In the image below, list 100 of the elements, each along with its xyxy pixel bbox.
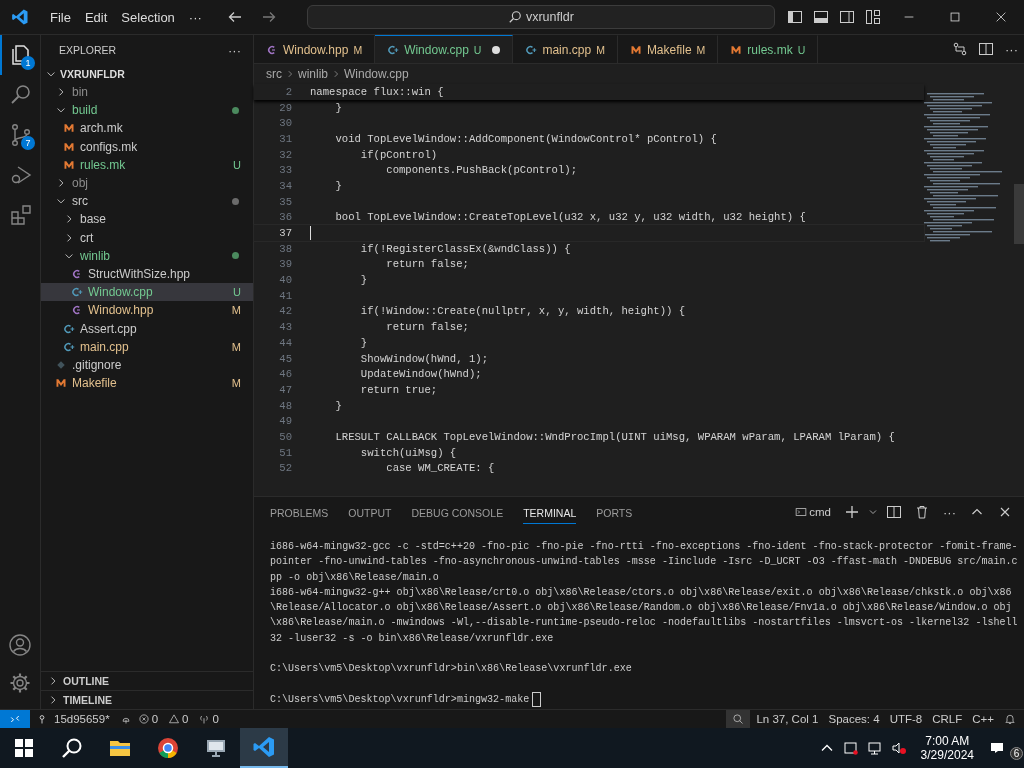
tree-item[interactable]: configs.mk — [41, 137, 253, 156]
git-status-letter: U — [797, 43, 806, 56]
code-line: return false; — [385, 258, 469, 271]
panel-tab[interactable]: PROBLEMS — [270, 500, 329, 524]
notification-center-icon[interactable] — [988, 740, 1005, 756]
tree-item[interactable]: Window.cpp U — [41, 283, 253, 302]
tree-item[interactable]: winlib — [41, 246, 253, 265]
tree-item[interactable]: bin — [41, 83, 253, 102]
panel-tab[interactable]: TERMINAL — [523, 500, 577, 524]
account-icon[interactable] — [8, 633, 32, 657]
chevron-right-icon — [285, 69, 295, 79]
compare-changes-icon[interactable] — [952, 41, 968, 57]
clock-time[interactable]: 7:00 AM — [925, 734, 970, 748]
cpp-file-icon — [63, 340, 75, 353]
close-icon[interactable] — [994, 10, 1008, 24]
editor-tab[interactable]: main.cpp M — [513, 35, 618, 63]
menu-item[interactable]: File — [43, 9, 78, 25]
clock-date[interactable]: 3/29/2024 — [920, 748, 974, 762]
tree-item[interactable]: rules.mk U — [41, 155, 253, 174]
bell-icon[interactable] — [1004, 713, 1016, 725]
warning-icon[interactable] — [168, 713, 181, 725]
error-count[interactable]: 0 — [151, 713, 159, 725]
editor-tab[interactable]: rules.mk U — [718, 35, 819, 63]
toggle-panel-icon[interactable] — [813, 9, 829, 25]
new-terminal-icon[interactable] — [844, 504, 860, 520]
git-commit-icon[interactable] — [36, 713, 48, 725]
back-arrow-icon[interactable] — [226, 9, 243, 25]
line-number: 37 — [278, 227, 292, 240]
menu-item[interactable]: ··· — [181, 9, 209, 25]
terminal-output: C:\Users\vm5\Desktop\vxrunfldr>mingw32-make — [270, 694, 530, 706]
more-actions-button[interactable]: ··· — [943, 504, 956, 520]
tree-item[interactable]: build — [41, 101, 253, 120]
line-number: 40 — [278, 274, 292, 287]
speaker-muted-icon[interactable] — [890, 740, 907, 756]
app-logo-icon — [11, 8, 29, 26]
more-actions-button[interactable]: ··· — [1005, 41, 1018, 57]
file-name: Window.cpp — [88, 285, 153, 300]
menu-item[interactable]: Edit — [77, 9, 115, 25]
panel-tab[interactable]: PORTS — [596, 500, 633, 524]
activity-bar-item[interactable]: 7 — [0, 115, 40, 155]
command-search-field[interactable]: vxrunfldr — [306, 5, 775, 29]
menu-item[interactable]: Selection — [114, 9, 182, 25]
panel-tab[interactable]: OUTPUT — [348, 500, 392, 524]
chevron-right-icon — [331, 69, 341, 79]
source-control-icon — [9, 123, 33, 147]
trash-icon[interactable] — [914, 504, 930, 520]
tree-item[interactable]: obj — [41, 173, 253, 193]
section-header[interactable]: TIMELINE — [63, 694, 112, 706]
code-editor-icon — [252, 735, 276, 759]
line-number: 39 — [278, 258, 292, 271]
split-terminal-icon[interactable] — [886, 504, 902, 520]
forward-arrow-icon[interactable] — [260, 9, 277, 25]
tab-label: rules.mk — [747, 42, 793, 57]
error-icon[interactable] — [137, 713, 150, 725]
header-file-icon — [266, 43, 278, 56]
status-item[interactable]: UTF-8 — [889, 713, 923, 725]
tree-item[interactable]: src — [41, 192, 253, 211]
code-line: return false; — [385, 321, 469, 334]
makefile-icon — [63, 122, 75, 135]
editor-tab[interactable]: Makefile M — [617, 35, 719, 63]
tree-item[interactable]: StructWithSize.hpp — [41, 264, 253, 284]
terminal-selector[interactable]: cmd — [809, 506, 831, 518]
zoom-button[interactable] — [726, 710, 751, 728]
status-item[interactable]: Ln 37, Col 1 — [756, 713, 819, 725]
scrollbar-thumb[interactable] — [1014, 184, 1024, 244]
tree-item[interactable]: .gitignore — [41, 355, 253, 374]
more-actions-button[interactable]: ··· — [228, 42, 241, 58]
tree-item[interactable]: Makefile M — [41, 374, 253, 393]
folder-header[interactable]: VXRUNFLDR — [60, 68, 125, 80]
line-number: 46 — [278, 368, 292, 381]
toggle-secondary-sidebar-icon[interactable] — [839, 9, 855, 25]
git-status-letter: M — [596, 43, 605, 56]
tree-item[interactable]: Assert.cpp — [41, 319, 253, 338]
cpp-file-icon — [71, 286, 83, 299]
warning-count[interactable]: 0 — [182, 713, 189, 725]
status-item[interactable]: CRLF — [932, 713, 963, 725]
breadcrumb-item[interactable]: Window.cpp — [344, 67, 409, 81]
split-editor-icon[interactable] — [978, 41, 994, 57]
section-header[interactable]: OUTLINE — [63, 675, 110, 687]
status-item[interactable]: Spaces: 4 — [828, 713, 880, 725]
cpp-file-icon — [387, 43, 400, 56]
tree-item[interactable]: Window.hpp M — [41, 301, 253, 320]
tree-item[interactable]: crt — [41, 228, 253, 247]
maximize-icon[interactable] — [948, 10, 962, 24]
tree-item[interactable]: arch.mk — [41, 119, 253, 138]
tree-item[interactable]: base — [41, 210, 253, 229]
tree-item[interactable]: main.cpp M — [41, 337, 253, 356]
editor-tab[interactable]: Window.cpp U — [375, 35, 514, 63]
status-item[interactable]: C++ — [972, 713, 994, 725]
git-branch[interactable]: 15d95659* — [54, 713, 110, 725]
network-icon[interactable] — [866, 740, 883, 756]
toggle-sidebar-icon[interactable] — [787, 9, 803, 25]
breadcrumb-item[interactable]: winlib — [298, 67, 328, 81]
layout-icon[interactable] — [865, 9, 881, 25]
antenna-icon[interactable] — [198, 713, 211, 725]
settings-icon[interactable] — [8, 671, 32, 695]
line-number: 44 — [278, 336, 292, 349]
breadcrumb-item[interactable]: src — [266, 67, 282, 81]
panel-tab[interactable]: DEBUG CONSOLE — [411, 500, 504, 524]
ports-count[interactable]: 0 — [212, 713, 219, 725]
